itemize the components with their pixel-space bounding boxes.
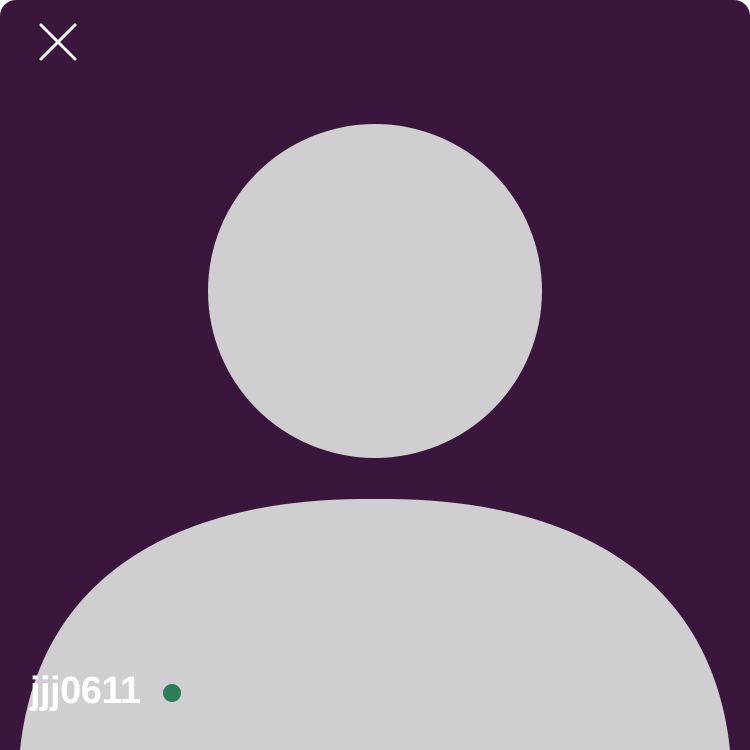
username: jjj0611 bbox=[30, 670, 141, 712]
avatar-head bbox=[208, 124, 542, 458]
user-info: jjj0611 bbox=[30, 668, 181, 714]
online-status-dot bbox=[162, 684, 181, 702]
avatar-placeholder bbox=[0, 0, 750, 750]
profile-photo-viewer: jjj0611 bbox=[0, 0, 750, 750]
close-icon bbox=[39, 23, 77, 61]
close-button[interactable] bbox=[36, 20, 80, 64]
